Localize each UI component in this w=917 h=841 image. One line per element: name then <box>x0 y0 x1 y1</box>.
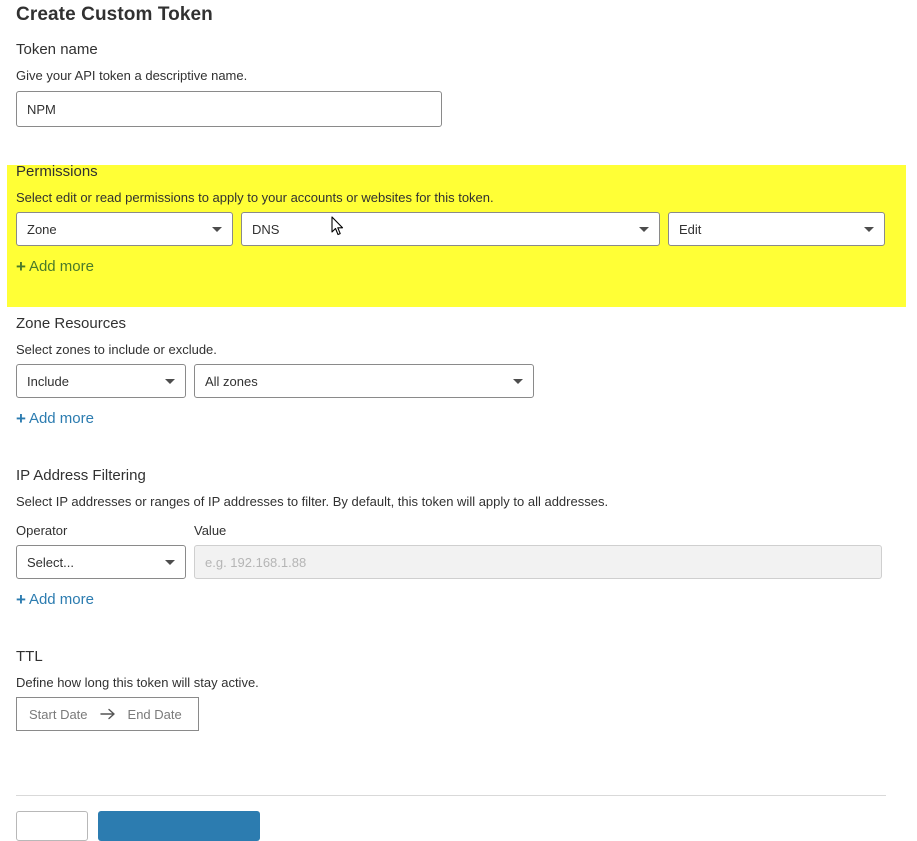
value-label: Value <box>194 523 227 538</box>
zone-mode-select[interactable]: Include <box>16 364 186 398</box>
permissions-add-more-label: Add more <box>28 258 94 275</box>
zone-add-more-label: Add more <box>28 410 94 427</box>
plus-icon: + <box>16 590 26 609</box>
token-name-label: Token name <box>16 41 98 58</box>
caret-down-icon <box>864 227 874 232</box>
continue-button[interactable] <box>98 811 260 841</box>
caret-down-icon <box>513 379 523 384</box>
permission-scope-select[interactable]: Zone <box>16 212 233 246</box>
mouse-pointer-icon <box>331 216 344 236</box>
ip-add-more-link[interactable]: + Add more <box>16 591 94 608</box>
zone-select[interactable]: All zones <box>194 364 534 398</box>
operator-select[interactable]: Select... <box>16 545 186 579</box>
page-title: Create Custom Token <box>16 4 213 25</box>
operator-select-value: Select... <box>27 554 74 570</box>
arrow-right-icon <box>99 708 115 720</box>
ip-filtering-label: IP Address Filtering <box>16 467 146 484</box>
ttl-start-date[interactable]: Start Date <box>29 707 88 722</box>
cancel-button[interactable] <box>16 811 88 841</box>
caret-down-icon <box>212 227 222 232</box>
permission-access-select[interactable]: Edit <box>668 212 885 246</box>
ttl-help: Define how long this token will stay act… <box>16 675 259 690</box>
zone-resources-help: Select zones to include or exclude. <box>16 342 217 357</box>
zone-mode-value: Include <box>27 373 69 389</box>
plus-icon: + <box>16 409 26 428</box>
ip-value-placeholder: e.g. 192.168.1.88 <box>205 554 307 570</box>
zone-resources-label: Zone Resources <box>16 315 127 332</box>
plus-icon: + <box>16 257 26 276</box>
permission-scope-value: Zone <box>27 221 57 237</box>
token-name-value: NPM <box>27 101 56 117</box>
permissions-help: Select edit or read permissions to apply… <box>16 190 494 205</box>
ttl-end-date[interactable]: End Date <box>128 707 182 722</box>
permission-resource-select[interactable]: DNS <box>241 212 660 246</box>
token-name-help: Give your API token a descriptive name. <box>16 68 248 83</box>
footer-divider <box>16 795 886 796</box>
ip-add-more-label: Add more <box>28 591 94 608</box>
caret-down-icon <box>639 227 649 232</box>
ttl-date-range-picker[interactable]: Start Date End Date <box>16 697 199 731</box>
ip-value-input[interactable]: e.g. 192.168.1.88 <box>194 545 882 579</box>
zone-add-more-link[interactable]: + Add more <box>16 410 94 427</box>
ttl-label: TTL <box>16 648 43 665</box>
caret-down-icon <box>165 379 175 384</box>
token-name-input[interactable]: NPM <box>16 91 442 127</box>
ip-filtering-help: Select IP addresses or ranges of IP addr… <box>16 494 609 509</box>
permissions-add-more-link[interactable]: + Add more <box>16 258 94 275</box>
operator-label: Operator <box>16 523 68 538</box>
permission-resource-value: DNS <box>252 221 280 237</box>
caret-down-icon <box>165 560 175 565</box>
permission-access-value: Edit <box>679 221 702 237</box>
zone-select-value: All zones <box>205 373 258 389</box>
permissions-label: Permissions <box>16 163 98 180</box>
